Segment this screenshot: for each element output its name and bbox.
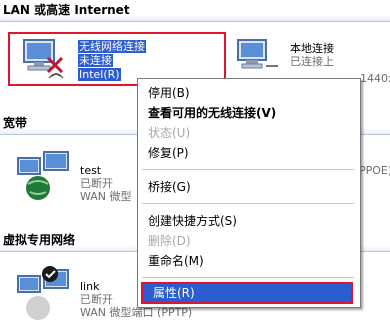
menu-separator xyxy=(142,169,354,170)
menu-separator xyxy=(142,277,354,278)
wireless-connection-name: 无线网络连接 xyxy=(78,40,146,53)
menu-item-delete[interactable]: 删除(D) xyxy=(138,231,358,251)
wireless-network-icon[interactable] xyxy=(14,36,74,82)
context-menu: 停用(B) 查看可用的无线连接(V) 状态(U) 修复(P) 桥接(G) 创建快… xyxy=(137,78,361,308)
menu-item-view-wireless[interactable]: 查看可用的无线连接(V) xyxy=(138,103,358,123)
local-connection-partial: 1440x xyxy=(360,72,390,85)
test-connection-status: 已断开 xyxy=(80,177,113,190)
test-connection-text[interactable]: test 已断开 WAN 微型 xyxy=(80,164,132,203)
broadband-connection-icon[interactable] xyxy=(14,148,76,202)
menu-item-status[interactable]: 状态(U) xyxy=(138,123,358,143)
section-header-lan: LAN 或高速 Internet xyxy=(0,0,390,22)
test-connection-name: test xyxy=(80,164,102,177)
wireless-connection-device: Intel(R) xyxy=(78,68,121,81)
local-connection-text[interactable]: 本地连接 已连接上 xyxy=(290,42,334,68)
menu-item-rename[interactable]: 重命名(M) xyxy=(138,251,358,271)
menu-item-create-shortcut[interactable]: 创建快捷方式(S) xyxy=(138,211,358,231)
vpn-connection-icon[interactable] xyxy=(14,262,76,322)
wireless-connection-text[interactable]: 无线网络连接 未连接 Intel(R) xyxy=(78,40,146,82)
wireless-connection-status: 未连接 xyxy=(78,54,113,67)
menu-item-properties[interactable]: 属性(R) xyxy=(141,282,353,304)
test-connection-type: WAN 微型 xyxy=(80,190,132,203)
menu-item-bridge[interactable]: 桥接(G) xyxy=(138,177,358,197)
menu-item-repair[interactable]: 修复(P) xyxy=(138,143,358,163)
menu-separator xyxy=(142,203,354,204)
menu-item-disable[interactable]: 停用(B) xyxy=(138,83,358,103)
test-connection-partial: PPOE) xyxy=(359,164,390,177)
local-connection-status: 已连接上 xyxy=(290,55,334,68)
local-connection-icon[interactable] xyxy=(232,36,282,76)
local-connection-name: 本地连接 xyxy=(290,42,334,55)
